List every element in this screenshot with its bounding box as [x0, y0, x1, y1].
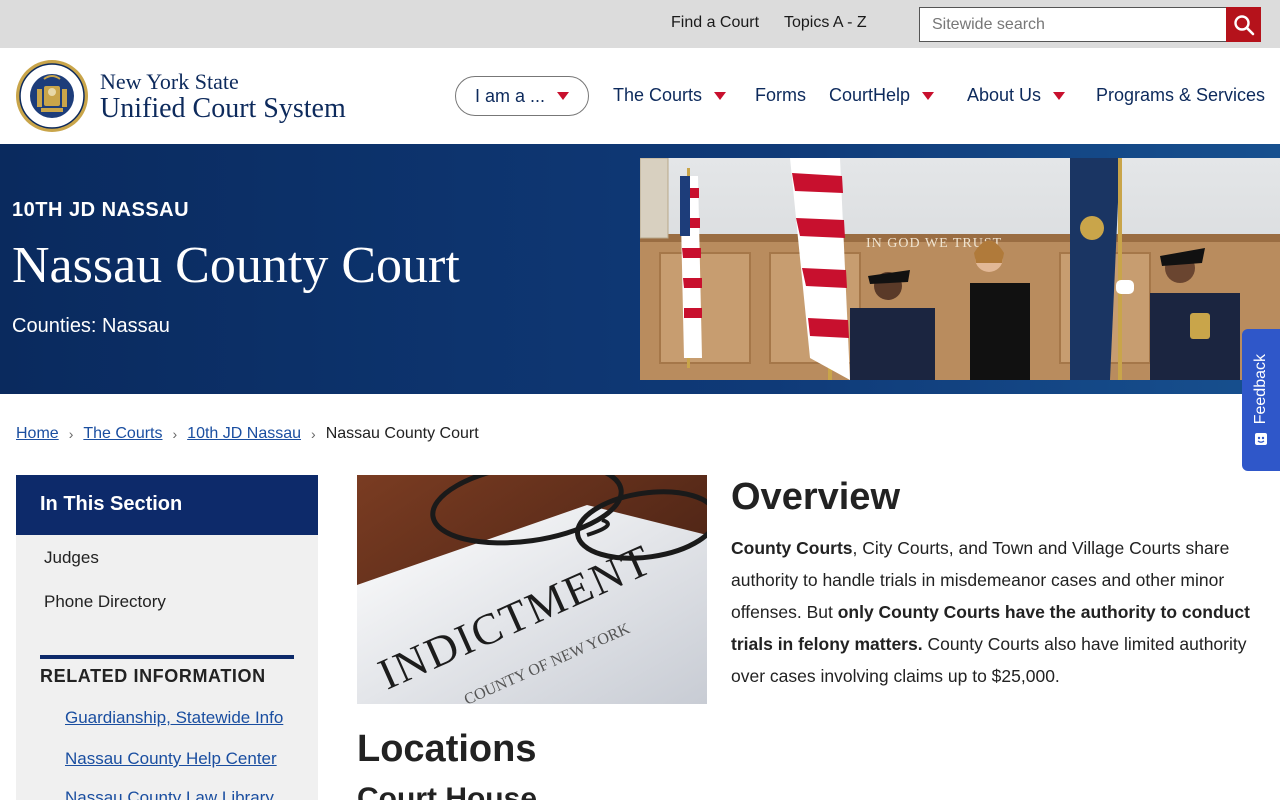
brand-line2: Unified Court System	[100, 93, 346, 124]
sidebar-item-judges[interactable]: Judges	[44, 548, 99, 568]
court-house-heading: Court House	[357, 782, 537, 800]
breadcrumb-current: Nassau County Court	[325, 425, 479, 442]
courtroom-photo: IN GOD WE TRUST	[640, 158, 1280, 380]
overview-heading: Overview	[731, 476, 900, 518]
feedback-icon	[1255, 433, 1267, 446]
feedback-label: Feedback	[1252, 353, 1269, 425]
nav-programs-services-label: Programs & Services	[1096, 85, 1266, 105]
sidebar-item-phone-directory[interactable]: Phone Directory	[44, 592, 166, 612]
topics-a-z-link[interactable]: Topics A - Z	[784, 14, 867, 32]
nav-the-courts-label: The Courts	[613, 85, 703, 105]
chevron-right-icon: ›	[172, 426, 178, 442]
nav-forms[interactable]: Forms	[755, 85, 806, 106]
related-information-heading: RELATED INFORMATION	[40, 666, 266, 686]
utility-bar: Find a Court Topics A - Z	[0, 0, 1280, 48]
hero-eyebrow: 10TH JD NASSAU	[12, 199, 190, 221]
locations-heading: Locations	[357, 728, 537, 770]
i-am-a-label: I am a ...	[474, 85, 546, 106]
related-link-help-center[interactable]: Nassau County Help Center	[65, 749, 277, 769]
breadcrumb-10th-jd-nassau[interactable]: 10th JD Nassau	[187, 425, 301, 443]
caret-down-icon	[557, 92, 570, 100]
brand-line1: New York State	[100, 69, 239, 94]
search-input[interactable]	[920, 8, 1228, 41]
breadcrumb-home[interactable]: Home	[16, 425, 59, 443]
page-title: Nassau County Court	[12, 237, 460, 294]
i-am-a-dropdown[interactable]: I am a ...	[455, 76, 589, 116]
search-icon	[1233, 14, 1254, 35]
caret-down-icon	[714, 91, 727, 100]
nav-about-us-label: About Us	[967, 85, 1042, 105]
nav-forms-label: Forms	[755, 85, 806, 105]
hero-banner: 10TH JD NASSAU Nassau County Court Count…	[0, 144, 1280, 394]
site-brand[interactable]: New York State Unified Court System	[100, 70, 346, 124]
search-button[interactable]	[1226, 7, 1261, 42]
nav-about-us[interactable]: About Us	[967, 85, 1066, 106]
caret-down-icon	[922, 91, 935, 100]
chevron-right-icon: ›	[311, 426, 316, 442]
sitewide-search	[919, 7, 1261, 42]
related-divider	[40, 655, 294, 659]
related-link-guardianship[interactable]: Guardianship, Statewide Info	[65, 708, 283, 728]
feedback-tab[interactable]: Feedback	[1242, 329, 1280, 471]
sidebar-heading: In This Section	[16, 475, 318, 535]
chevron-right-icon: ›	[68, 426, 74, 442]
nav-courthelp[interactable]: CourtHelp	[829, 85, 935, 106]
breadcrumb-the-courts[interactable]: The Courts	[83, 425, 162, 443]
nav-the-courts[interactable]: The Courts	[613, 85, 727, 106]
overview-paragraph: County Courts, City Courts, and Town and…	[731, 532, 1256, 692]
main-header: New York State Unified Court System I am…	[0, 48, 1280, 144]
nav-programs-services[interactable]: Programs & Services	[1096, 85, 1265, 106]
related-link-law-library[interactable]: Nassau County Law Library	[65, 788, 274, 800]
court-seal-logo[interactable]	[15, 59, 89, 133]
find-a-court-link[interactable]: Find a Court	[671, 14, 759, 32]
caret-down-icon	[1053, 91, 1066, 100]
section-sidebar: In This Section Judges Phone Directory R…	[16, 475, 318, 800]
nav-courthelp-label: CourtHelp	[829, 85, 911, 105]
breadcrumb: Home › The Courts › 10th JD Nassau › Nas…	[16, 425, 479, 443]
indictment-image: INDICTMENT COUNTY OF NEW YORK	[357, 475, 707, 704]
hero-counties: Counties: Nassau	[12, 315, 170, 337]
overview-bold-county-courts: County Courts	[731, 538, 853, 558]
